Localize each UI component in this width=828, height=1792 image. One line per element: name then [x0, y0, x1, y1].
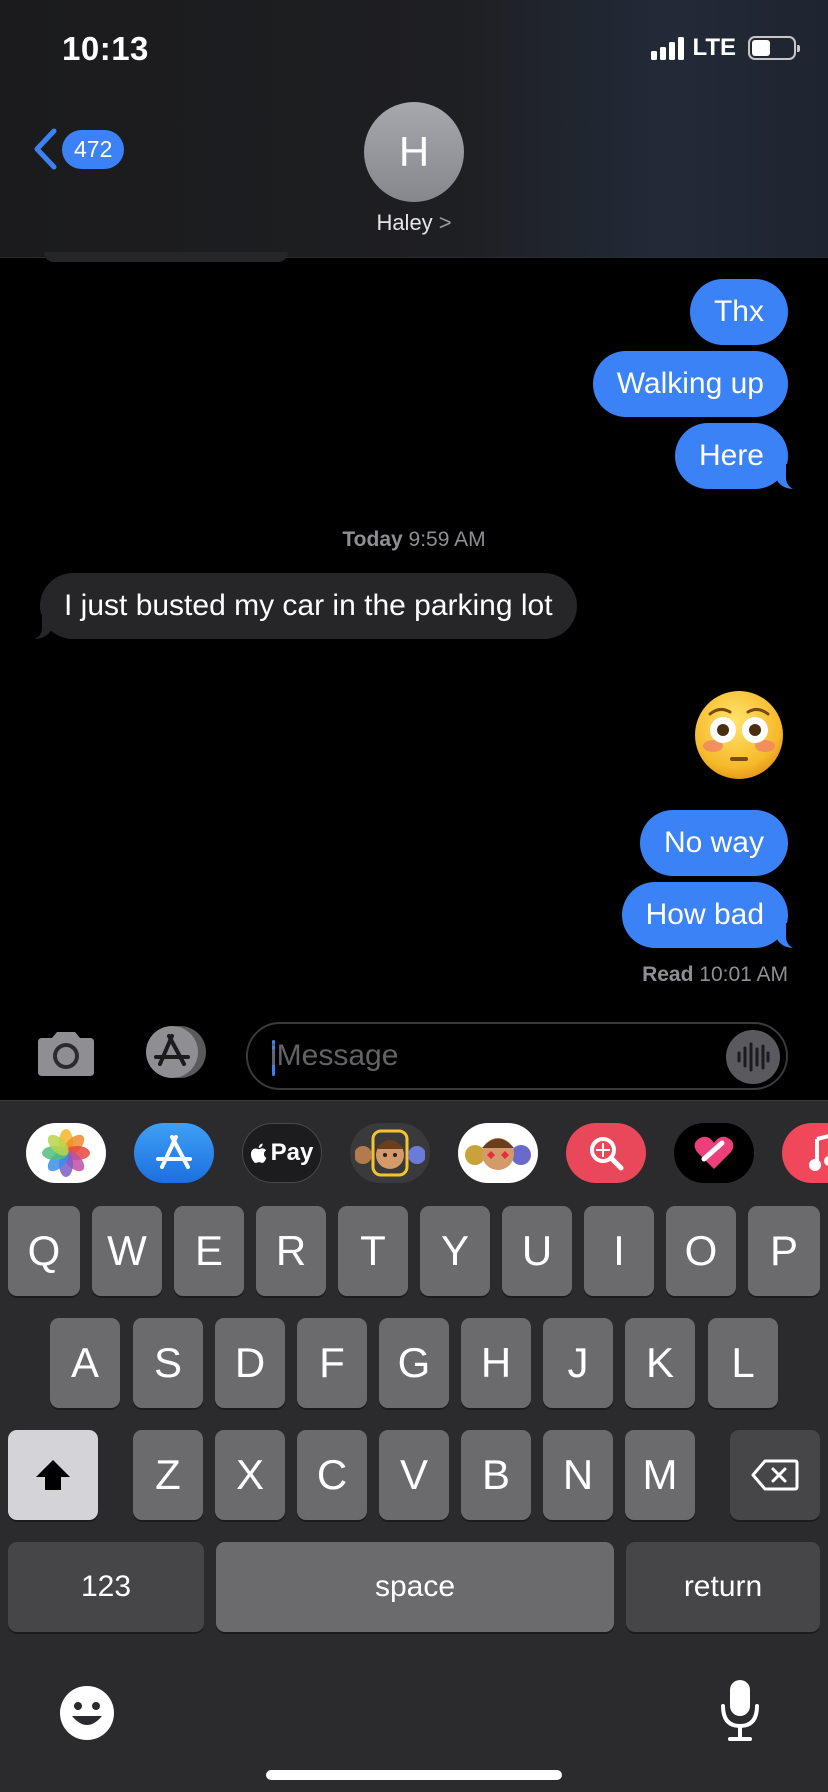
timestamp-day: Today	[342, 528, 403, 551]
space-key[interactable]: space	[216, 1542, 614, 1632]
key-l[interactable]: L	[708, 1318, 778, 1408]
message-timestamp: Today 9:59 AM	[0, 528, 828, 552]
camera-icon[interactable]	[34, 1030, 98, 1078]
read-receipt: Read 10:01 AM	[642, 963, 788, 987]
key-n[interactable]: N	[543, 1430, 613, 1520]
network-label: LTE	[692, 34, 736, 61]
composer-bar	[0, 1010, 828, 1100]
previous-message-edge	[44, 252, 288, 262]
return-key[interactable]: return	[626, 1542, 820, 1632]
conversation-header: 10:13 LTE 472 H Haley >	[0, 0, 828, 258]
digital-touch-app-icon[interactable]	[674, 1123, 754, 1183]
key-x[interactable]: X	[215, 1430, 285, 1520]
waveform-icon	[737, 1042, 770, 1072]
home-indicator[interactable]	[266, 1770, 562, 1780]
chevron-right-icon: >	[438, 210, 452, 235]
key-o[interactable]: O	[666, 1206, 736, 1296]
timestamp-time: 9:59 AM	[408, 528, 486, 551]
key-e[interactable]: E	[174, 1206, 244, 1296]
contact-avatar[interactable]: H	[364, 102, 464, 202]
keyboard-area: Pay Q W E R T Y U I O P A S D F G H J K …	[0, 1100, 828, 1792]
received-message-bubble[interactable]: I just busted my car in the parking lot	[22, 573, 577, 640]
numbers-key[interactable]: 123	[8, 1542, 204, 1632]
app-store-icon[interactable]	[138, 1024, 214, 1080]
key-w[interactable]: W	[92, 1206, 162, 1296]
signal-icon	[651, 36, 685, 60]
animoji-app-icon[interactable]	[458, 1123, 538, 1183]
apple-logo-icon	[250, 1143, 267, 1163]
shift-arrow-icon	[36, 1460, 70, 1490]
key-h[interactable]: H	[461, 1318, 531, 1408]
image-search-app-icon[interactable]	[566, 1123, 646, 1183]
contact-name: Haley	[376, 210, 433, 235]
backspace-icon	[751, 1459, 799, 1491]
message-field[interactable]	[246, 1022, 788, 1090]
key-r[interactable]: R	[256, 1206, 326, 1296]
key-j[interactable]: J	[543, 1318, 613, 1408]
delete-key[interactable]	[730, 1430, 820, 1520]
key-i[interactable]: I	[584, 1206, 654, 1296]
key-y[interactable]: Y	[420, 1206, 490, 1296]
key-f[interactable]: F	[297, 1318, 367, 1408]
shift-key[interactable]	[8, 1430, 98, 1520]
key-u[interactable]: U	[502, 1206, 572, 1296]
key-d[interactable]: D	[215, 1318, 285, 1408]
sent-message-bubble[interactable]: Here	[674, 423, 807, 490]
key-s[interactable]: S	[133, 1318, 203, 1408]
read-label: Read	[642, 963, 694, 986]
message-text: Here	[698, 439, 764, 472]
key-a[interactable]: A	[50, 1318, 120, 1408]
key-c[interactable]: C	[297, 1430, 367, 1520]
key-k[interactable]: K	[625, 1318, 695, 1408]
unread-count-badge: 472	[62, 129, 125, 169]
battery-icon	[748, 36, 800, 60]
read-time: 10:01 AM	[699, 963, 788, 986]
message-text: I just busted my car in the parking lot	[64, 589, 553, 622]
sent-message-bubble[interactable]: Thx	[689, 279, 788, 345]
flushed-face-emoji-icon[interactable]	[694, 690, 784, 780]
key-p[interactable]: P	[748, 1206, 820, 1296]
imessage-app-drawer: Pay	[0, 1100, 828, 1198]
key-m[interactable]: M	[625, 1430, 695, 1520]
app-store-app-icon[interactable]	[134, 1123, 214, 1183]
key-b[interactable]: B	[461, 1430, 531, 1520]
audio-message-button[interactable]	[726, 1030, 780, 1084]
contact-name-button[interactable]: Haley >	[0, 210, 828, 236]
key-t[interactable]: T	[338, 1206, 408, 1296]
sent-message-bubble[interactable]: No way	[639, 810, 788, 876]
photos-app-icon[interactable]	[26, 1123, 106, 1183]
key-g[interactable]: G	[379, 1318, 449, 1408]
status-time: 10:13	[62, 30, 149, 67]
message-input[interactable]	[270, 1034, 700, 1078]
dictation-mic-icon[interactable]	[720, 1678, 760, 1742]
key-v[interactable]: V	[379, 1430, 449, 1520]
status-indicators: LTE	[651, 34, 800, 62]
message-text: How bad	[645, 898, 764, 931]
key-z[interactable]: Z	[133, 1430, 203, 1520]
apple-pay-app-icon[interactable]: Pay	[242, 1123, 322, 1183]
music-app-icon[interactable]	[782, 1123, 828, 1183]
back-button[interactable]: 472	[32, 128, 125, 170]
apple-pay-label: Pay	[270, 1139, 314, 1166]
chevron-left-icon	[34, 128, 57, 170]
memoji-stickers-app-icon[interactable]	[350, 1123, 430, 1183]
emoji-keyboard-icon[interactable]	[58, 1684, 116, 1742]
sent-message-bubble[interactable]: How bad	[621, 882, 807, 949]
key-q[interactable]: Q	[8, 1206, 80, 1296]
sent-message-bubble[interactable]: Walking up	[592, 351, 788, 417]
